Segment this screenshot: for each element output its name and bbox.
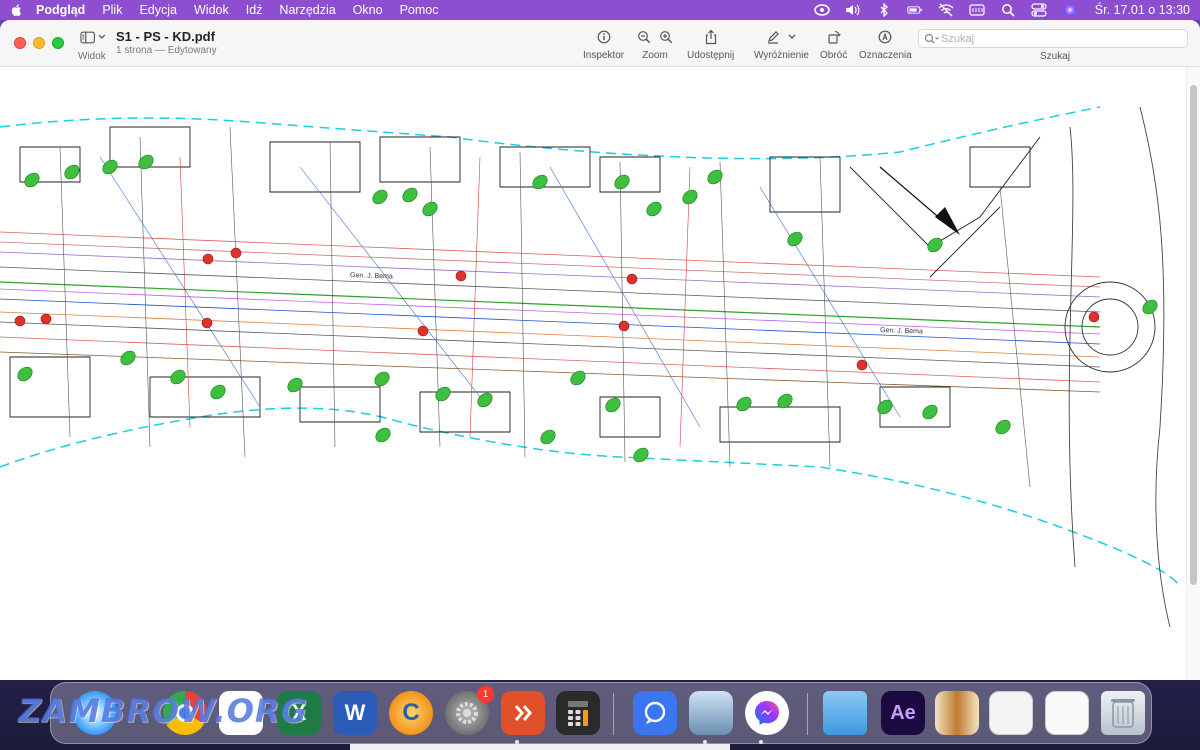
chat-bubble-icon — [644, 701, 666, 724]
settings-icon[interactable]: 1 — [445, 686, 494, 735]
info-icon — [597, 30, 610, 44]
apple-icon[interactable] — [10, 3, 24, 17]
sidebar-icon — [80, 31, 95, 43]
document-thumb-icon[interactable] — [989, 691, 1033, 735]
zoom-in-icon[interactable] — [659, 30, 673, 44]
siri-icon[interactable] — [1062, 3, 1078, 17]
highlight-icon — [768, 31, 780, 44]
menu-bar: Podgląd Plik Edycja Widok Idź Narzędzia … — [0, 0, 1200, 20]
trash-icon[interactable] — [1101, 691, 1145, 735]
zoom-label: Zoom — [642, 50, 668, 61]
menu-item-file[interactable]: Plik — [102, 0, 122, 20]
watermark-logo: ZAMBROW.ORG — [18, 692, 308, 730]
removal-markers — [14, 247, 1100, 371]
share-icon — [705, 29, 716, 45]
markup-label: Oznaczenia — [859, 50, 912, 61]
scrollbar-thumb[interactable] — [1190, 85, 1197, 585]
inspector-label: Inspektor — [583, 50, 625, 61]
document-subtitle: 1 strona — Edytowany — [116, 45, 217, 56]
offscreen-window-edge — [350, 744, 730, 750]
minimize-window-button[interactable] — [33, 37, 45, 49]
gear-icon — [456, 702, 478, 724]
remote-desktop-glyph-icon — [514, 705, 532, 721]
calculator-icon[interactable] — [556, 691, 600, 735]
document-thumb-icon[interactable] — [1045, 691, 1089, 735]
control-center-icon[interactable] — [1031, 3, 1047, 17]
rotate-icon — [828, 30, 841, 44]
settings-badge: 1 — [477, 686, 494, 703]
trash-glyph-icon — [1111, 699, 1135, 728]
chevron-down-icon[interactable] — [788, 34, 796, 40]
inspector-button[interactable]: Inspektor — [583, 28, 624, 61]
rotate-label: Obróć — [820, 50, 848, 61]
share-button[interactable]: Udostępnij — [687, 28, 734, 61]
north-arrow — [879, 166, 960, 235]
menu-item-tools[interactable]: Narzędzia — [279, 0, 335, 20]
dock-separator — [613, 693, 614, 735]
wifi-off-icon[interactable] — [938, 3, 954, 17]
running-indicator — [759, 740, 763, 744]
street-label-2: Gen. J. Bema — [880, 327, 923, 335]
remote-desktop-icon[interactable] — [501, 691, 545, 735]
preview-icon[interactable] — [689, 691, 733, 735]
ccleaner-icon[interactable]: C — [389, 691, 433, 735]
bluetooth-icon[interactable] — [876, 3, 892, 17]
menu-clock[interactable]: Śr. 17.01 o 13:30 — [1095, 3, 1190, 17]
fullscreen-window-button[interactable] — [52, 37, 64, 49]
menu-item-go[interactable]: Idź — [246, 0, 263, 20]
messenger-icon[interactable] — [745, 691, 789, 735]
zoom-out-icon[interactable] — [637, 30, 651, 44]
view-label: Widok — [78, 51, 106, 62]
folder-icon[interactable] — [823, 691, 867, 735]
tree-markers — [17, 154, 1158, 463]
messenger-glyph-icon — [755, 701, 779, 725]
after-effects-icon[interactable]: Ae — [881, 691, 925, 735]
cad-drawing: Gen. J. Bema Gen. J. Bema — [0, 106, 1181, 628]
volume-icon[interactable] — [845, 3, 861, 17]
close-window-button[interactable] — [14, 37, 26, 49]
spotlight-search-icon[interactable] — [1000, 3, 1016, 17]
creative-cloud-icon[interactable] — [813, 3, 830, 17]
highlight-button[interactable]: Wyróżnienie — [754, 28, 809, 61]
search-icon — [924, 33, 939, 44]
building-outlines-top — [19, 126, 1041, 278]
highlight-label: Wyróżnienie — [754, 50, 809, 61]
menu-item-view[interactable]: Widok — [194, 0, 229, 20]
share-label: Udostępnij — [687, 50, 735, 61]
road-lines — [0, 231, 1101, 393]
window-toolbar: Widok S1 - PS - KD.pdf 1 strona — Edytow… — [0, 20, 1200, 67]
search-input[interactable] — [941, 31, 1181, 46]
document-canvas[interactable]: Gen. J. Bema Gen. J. Bema — [0, 67, 1200, 680]
sidebar-toggle-button[interactable] — [80, 29, 106, 45]
markup-button[interactable]: Oznaczenia — [859, 28, 912, 61]
dock-separator — [807, 693, 808, 735]
rotate-button[interactable]: Obróć — [820, 28, 847, 61]
chevron-down-icon — [98, 34, 106, 39]
keyboard-icon[interactable] — [969, 3, 985, 17]
calculator-glyph-icon — [568, 701, 588, 726]
signal-icon[interactable] — [633, 691, 677, 735]
preview-window: Widok S1 - PS - KD.pdf 1 strona — Edytow… — [0, 20, 1200, 680]
vertical-scrollbar[interactable] — [1186, 67, 1200, 680]
menu-app-name[interactable]: Podgląd — [36, 0, 85, 20]
markup-icon — [879, 30, 892, 44]
zoom-button[interactable]: Zoom — [637, 28, 673, 61]
battery-icon[interactable] — [907, 3, 923, 17]
search-field[interactable] — [918, 29, 1188, 48]
menu-item-edit[interactable]: Edycja — [139, 0, 177, 20]
document-title[interactable]: S1 - PS - KD.pdf — [116, 29, 215, 44]
menu-item-help[interactable]: Pomoc — [400, 0, 439, 20]
menu-item-window[interactable]: Okno — [353, 0, 383, 20]
search-label: Szukaj — [1040, 51, 1071, 62]
street-label-1: Gen. J. Bema — [350, 272, 393, 280]
word-icon[interactable]: W — [333, 691, 377, 735]
document-thumb-icon[interactable] — [935, 691, 979, 735]
